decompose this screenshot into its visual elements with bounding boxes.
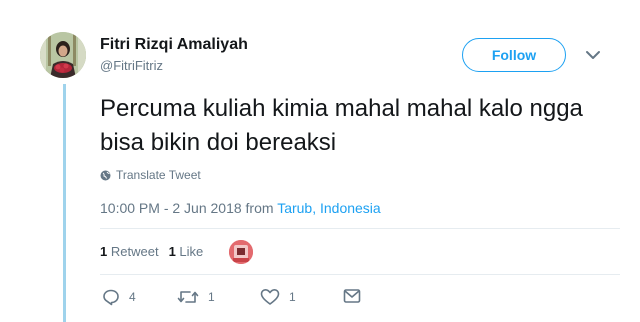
- chevron-down-icon[interactable]: [584, 48, 602, 62]
- like-stat-label: Like: [179, 244, 204, 259]
- tweet-meta: 10:00 PM - 2 Jun 2018 from Tarub, Indone…: [100, 200, 381, 216]
- tweet-timestamp[interactable]: 10:00 PM - 2 Jun 2018: [100, 200, 242, 216]
- reply-icon: [103, 289, 119, 306]
- like-stat[interactable]: 1 Like: [169, 244, 204, 259]
- user-name[interactable]: Fitri Rizqi Amaliyah: [100, 36, 248, 54]
- reply-count: 4: [129, 290, 136, 304]
- like-button[interactable]: 1: [260, 288, 296, 306]
- tweet-text: Percuma kuliah kimia mahal mahal kalo ng…: [100, 95, 583, 156]
- divider: [100, 274, 620, 275]
- follow-button[interactable]: Follow: [462, 38, 566, 72]
- heart-icon: [260, 289, 280, 305]
- reply-button[interactable]: 4: [102, 288, 136, 306]
- retweet-icon: [177, 291, 199, 303]
- tweet-location[interactable]: Tarub, Indonesia: [277, 200, 381, 216]
- retweet-stat-label: Retweet: [110, 244, 159, 259]
- translate-tweet-link[interactable]: Translate Tweet: [100, 168, 201, 182]
- thread-line: [63, 84, 66, 322]
- like-count: 1: [289, 290, 296, 304]
- tweet-stats: 1 Retweet 1 Like: [100, 244, 203, 259]
- direct-message-button[interactable]: [343, 288, 370, 304]
- liker-avatar[interactable]: [229, 240, 253, 264]
- retweet-stat-count: 1: [100, 244, 108, 259]
- retweet-stat[interactable]: 1 Retweet: [100, 244, 159, 259]
- from-word: from: [245, 200, 274, 216]
- retweet-count: 1: [208, 290, 215, 304]
- globe-icon: [100, 170, 111, 181]
- envelope-icon: [343, 289, 361, 303]
- user-handle[interactable]: @FitriFitriz: [100, 58, 163, 73]
- tweet-card: Fitri Rizqi Amaliyah @FitriFitriz Follow…: [0, 0, 640, 322]
- retweet-button[interactable]: 1: [177, 288, 215, 306]
- avatar[interactable]: [40, 32, 86, 78]
- like-stat-count: 1: [168, 244, 176, 259]
- translate-label: Translate Tweet: [116, 168, 201, 182]
- divider: [100, 228, 620, 229]
